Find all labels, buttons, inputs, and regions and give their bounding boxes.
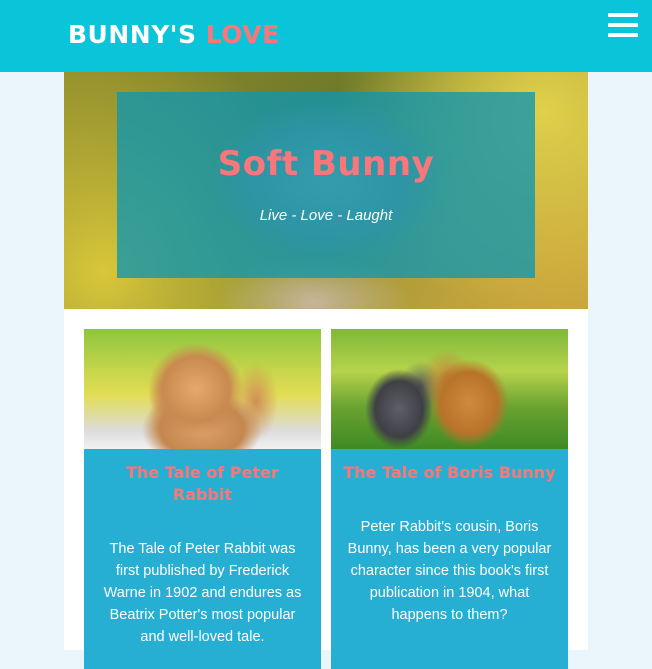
brand-name-first: BUNNY'S — [68, 20, 197, 49]
card-image-bunnies — [331, 329, 568, 449]
top-navbar: BUNNY'S LOVE — [0, 0, 652, 72]
hero-banner-image: Soft Bunny Live - Love - Laught — [64, 72, 588, 309]
brand-name-second: LOVE — [205, 20, 280, 49]
story-card[interactable]: The Tale of Boris Bunny Peter Rabbit's c… — [331, 329, 568, 669]
menu-bar-line — [608, 33, 638, 37]
card-title: The Tale of Boris Bunny — [343, 463, 556, 482]
hero-title: Soft Bunny — [217, 144, 435, 184]
card-title: The Tale of Peter Rabbit — [126, 463, 279, 504]
story-card[interactable]: The Tale of Peter Rabbit The Tale of Pet… — [84, 329, 321, 669]
card-description: The Tale of Peter Rabbit was first publi… — [103, 541, 302, 645]
card-image-rabbit — [84, 329, 321, 449]
menu-bar-line — [608, 23, 638, 27]
hero-subtitle: Live - Love - Laught — [259, 207, 393, 224]
hamburger-menu-icon[interactable] — [608, 13, 638, 39]
hero-overlay-panel: Soft Bunny Live - Love - Laught — [117, 92, 535, 278]
menu-bar-line — [608, 13, 638, 17]
main-content: Soft Bunny Live - Love - Laught The Tale… — [64, 72, 588, 669]
card-description: Peter Rabbit's cousin, Boris Bunny, has … — [347, 519, 552, 623]
brand-logo[interactable]: BUNNY'S LOVE — [68, 20, 280, 50]
